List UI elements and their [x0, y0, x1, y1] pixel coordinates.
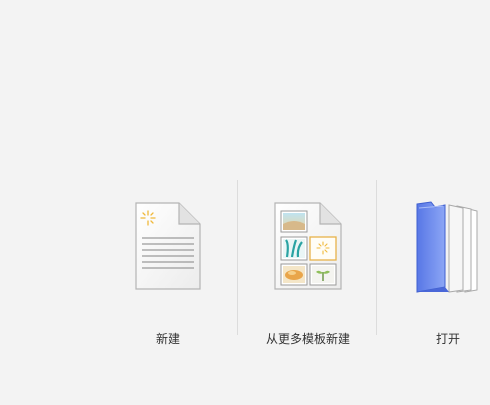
new-document-label: 新建 — [155, 332, 180, 346]
blank-document-icon — [133, 200, 203, 296]
folder-icon — [413, 200, 483, 298]
new-from-template-button[interactable]: 从更多模板新建 — [240, 185, 376, 360]
divider — [237, 180, 238, 335]
open-label: 打开 — [435, 332, 460, 346]
divider — [376, 180, 377, 335]
template-document-icon — [272, 200, 344, 296]
new-document-button[interactable]: 新建 — [100, 185, 236, 360]
open-button[interactable]: 打开 — [380, 185, 490, 360]
start-panel: 新建 从更多模板新建 打开 — [0, 0, 490, 405]
new-from-template-label: 从更多模板新建 — [265, 332, 350, 346]
